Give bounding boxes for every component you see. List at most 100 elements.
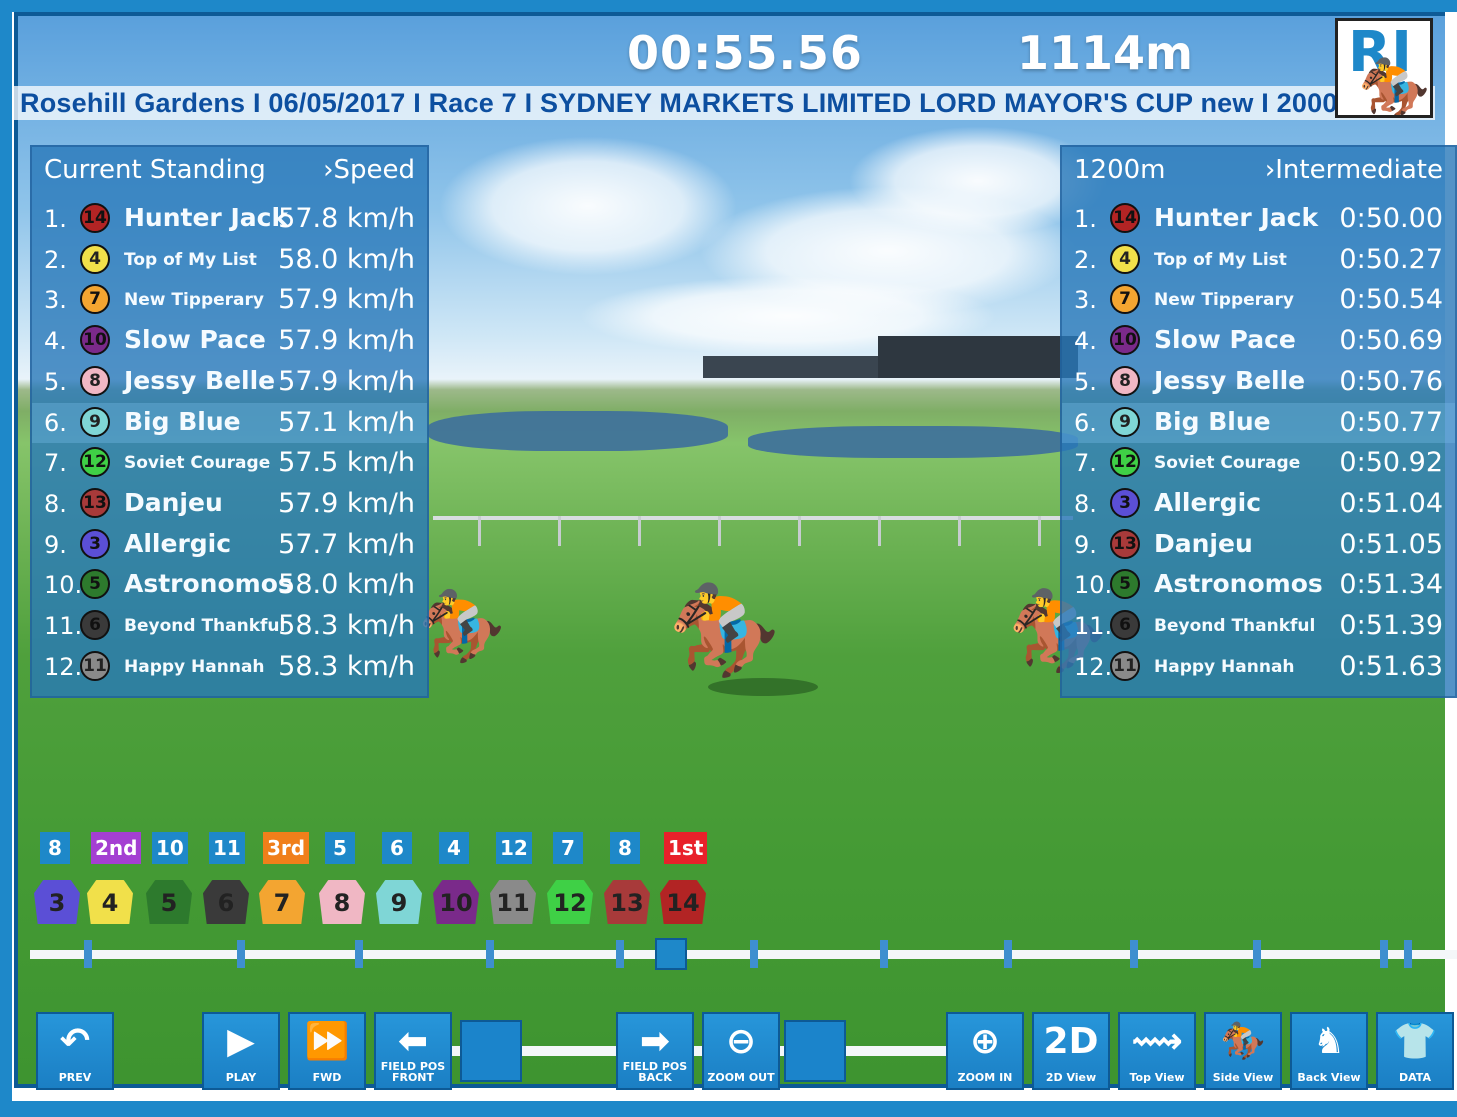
intermediate-panel: 1200m ›Intermediate 1. 14 Hunter Jack 0:50.…: [1060, 145, 1457, 698]
view-2d-button[interactable]: 2D 2D View: [1032, 1012, 1110, 1090]
saddlecloth-number: 3: [80, 528, 110, 559]
standing-row: 6. 9 Big Blue 0:50.77: [1062, 402, 1455, 443]
saddlecloth-number: 14: [1110, 203, 1140, 233]
row-position: 9.: [1074, 530, 1097, 559]
row-position: 1.: [1074, 205, 1097, 233]
row-position: 12.: [44, 652, 83, 681]
zoom-out-button[interactable]: ⊖ ZOOM OUT: [702, 1012, 780, 1090]
runner-place-badge: 12: [496, 832, 532, 864]
speed-toggle[interactable]: ›Speed: [323, 155, 415, 185]
jockey-silk-icon[interactable]: 8: [319, 880, 365, 924]
jockey-silk-icon[interactable]: 6: [203, 880, 249, 924]
horse-name: New Tipperary: [124, 290, 264, 311]
row-position: 10.: [44, 571, 83, 600]
jockey-silk-icon[interactable]: 10: [433, 880, 479, 924]
saddlecloth-number: 8: [1110, 365, 1140, 396]
rail-post: [718, 516, 721, 546]
intermediate-time: 0:50.69: [1339, 325, 1443, 357]
horse-name: Soviet Courage: [1154, 453, 1301, 474]
runner-place-badge: 8: [610, 832, 640, 864]
saddlecloth-number: 13: [80, 487, 110, 518]
row-position: 8.: [1074, 489, 1097, 518]
saddlecloth-number: 6: [1110, 610, 1140, 640]
row-position: 5.: [44, 367, 67, 396]
saddlecloth-number: 11: [80, 650, 110, 681]
jockey-silk-icon[interactable]: 13: [604, 880, 650, 924]
rail-post: [558, 516, 561, 546]
saddlecloth-number: 8: [80, 365, 110, 396]
zoom-in-button[interactable]: ⊕ ZOOM IN: [946, 1012, 1024, 1090]
saddlecloth-number: 9: [1110, 406, 1140, 437]
blank-button[interactable]: [784, 1020, 846, 1082]
standing-row: 2. 4 Top of My List 58.0 km/h: [32, 240, 427, 280]
track-tick: [84, 940, 92, 968]
horse-speed: 58.0 km/h: [278, 243, 415, 275]
fwd-button[interactable]: ⏩ FWD: [288, 1012, 366, 1090]
track-tick: [1130, 940, 1138, 968]
horse-speed: 57.7 km/h: [278, 528, 415, 560]
brand-logo: RI 🏇: [1335, 18, 1433, 118]
saddlecloth-number: 12: [80, 447, 110, 478]
grandstand: [878, 336, 1078, 378]
race-position-marker[interactable]: [655, 938, 687, 970]
horse-speed: 58.3 km/h: [278, 650, 415, 682]
field-pos-back-button[interactable]: ➡ FIELD POS BACK: [616, 1012, 694, 1090]
undo-arrow-icon: ↶: [59, 1021, 91, 1062]
panel-header: 1200m ›Intermediate: [1062, 151, 1455, 191]
saddlecloth-number: 14: [80, 203, 110, 233]
side-view-button[interactable]: 🏇 Side View: [1204, 1012, 1282, 1090]
jockey-silk-icon[interactable]: 14: [660, 880, 706, 924]
standing-row: 8. 13 Danjeu 57.9 km/h: [32, 484, 427, 524]
horse-name: Top of My List: [1154, 249, 1287, 270]
jockey-silk-icon[interactable]: 5: [146, 880, 192, 924]
row-position: 8.: [44, 489, 67, 518]
horse-speed: 57.1 km/h: [278, 406, 415, 438]
jockey-silk-icon[interactable]: 3: [34, 880, 80, 924]
row-position: 7.: [1074, 449, 1097, 478]
prev-button[interactable]: ↶ PREV: [36, 1012, 114, 1090]
back-view-button[interactable]: ♞ Back View: [1290, 1012, 1368, 1090]
saddlecloth-number: 3: [1110, 487, 1140, 518]
view-2d-icon: 2D: [1043, 1021, 1099, 1062]
top-view-button[interactable]: ⟿ Top View: [1118, 1012, 1196, 1090]
fast-forward-icon: ⏩: [304, 1021, 350, 1062]
runner-place-badge: 3rd: [263, 832, 310, 864]
row-position: 11.: [1074, 612, 1113, 640]
side-view-label: Side View: [1212, 1071, 1274, 1085]
side-view-horse-icon: 🏇: [1220, 1021, 1266, 1062]
row-position: 4.: [44, 327, 67, 356]
jockey-silk-icon[interactable]: 7: [259, 880, 305, 924]
jockey-silk-icon[interactable]: 12: [547, 880, 593, 924]
race-info-bar: Rosehill Gardens I 06/05/2017 I Race 7 I…: [14, 86, 1435, 120]
data-button[interactable]: 👕 DATA: [1376, 1012, 1454, 1090]
track-tick: [880, 940, 888, 968]
horse-name: Jessy Belle: [124, 365, 276, 395]
horse-name: Slow Pace: [1154, 325, 1296, 355]
blank-button[interactable]: [460, 1020, 522, 1082]
standing-row: 10. 5 Astronomos 58.0 km/h: [32, 565, 427, 605]
standing-row: 1. 14 Hunter Jack 57.8 km/h: [32, 199, 427, 239]
row-position: 9.: [44, 530, 67, 559]
runner-place-badge: 7: [553, 832, 583, 864]
horse-name: Soviet Courage: [124, 453, 271, 474]
standing-row: 5. 8 Jessy Belle 57.9 km/h: [32, 362, 427, 402]
standing-row: 1. 14 Hunter Jack 0:50.00: [1062, 199, 1455, 239]
race-title: Rosehill Gardens I 06/05/2017 I Race 7 I…: [20, 88, 1356, 118]
jockey-silk-icon[interactable]: 4: [87, 880, 133, 924]
intermediate-time: 0:51.34: [1339, 569, 1443, 601]
row-position: 5.: [1074, 367, 1097, 396]
jockey-silk-icon[interactable]: 11: [490, 880, 536, 924]
grandstand: [703, 356, 878, 378]
horse-name: Astronomos: [124, 569, 293, 599]
horse-speed: 57.9 km/h: [278, 365, 415, 397]
prev-label: PREV: [58, 1071, 92, 1085]
standing-row: 11. 6 Beyond Thankful 0:51.39: [1062, 606, 1455, 646]
standing-row: 4. 10 Slow Pace 57.9 km/h: [32, 321, 427, 361]
standing-row: 12. 11 Happy Hannah 0:51.63: [1062, 647, 1455, 687]
play-button[interactable]: ▶ PLAY: [202, 1012, 280, 1090]
runner-place-badge: 2nd: [91, 832, 142, 864]
row-position: 3.: [44, 286, 67, 315]
jockey-silk-icon[interactable]: 9: [376, 880, 422, 924]
intermediate-toggle[interactable]: ›Intermediate: [1265, 155, 1443, 185]
field-pos-front-button[interactable]: ⬅ FIELD POS FRONT: [374, 1012, 452, 1090]
